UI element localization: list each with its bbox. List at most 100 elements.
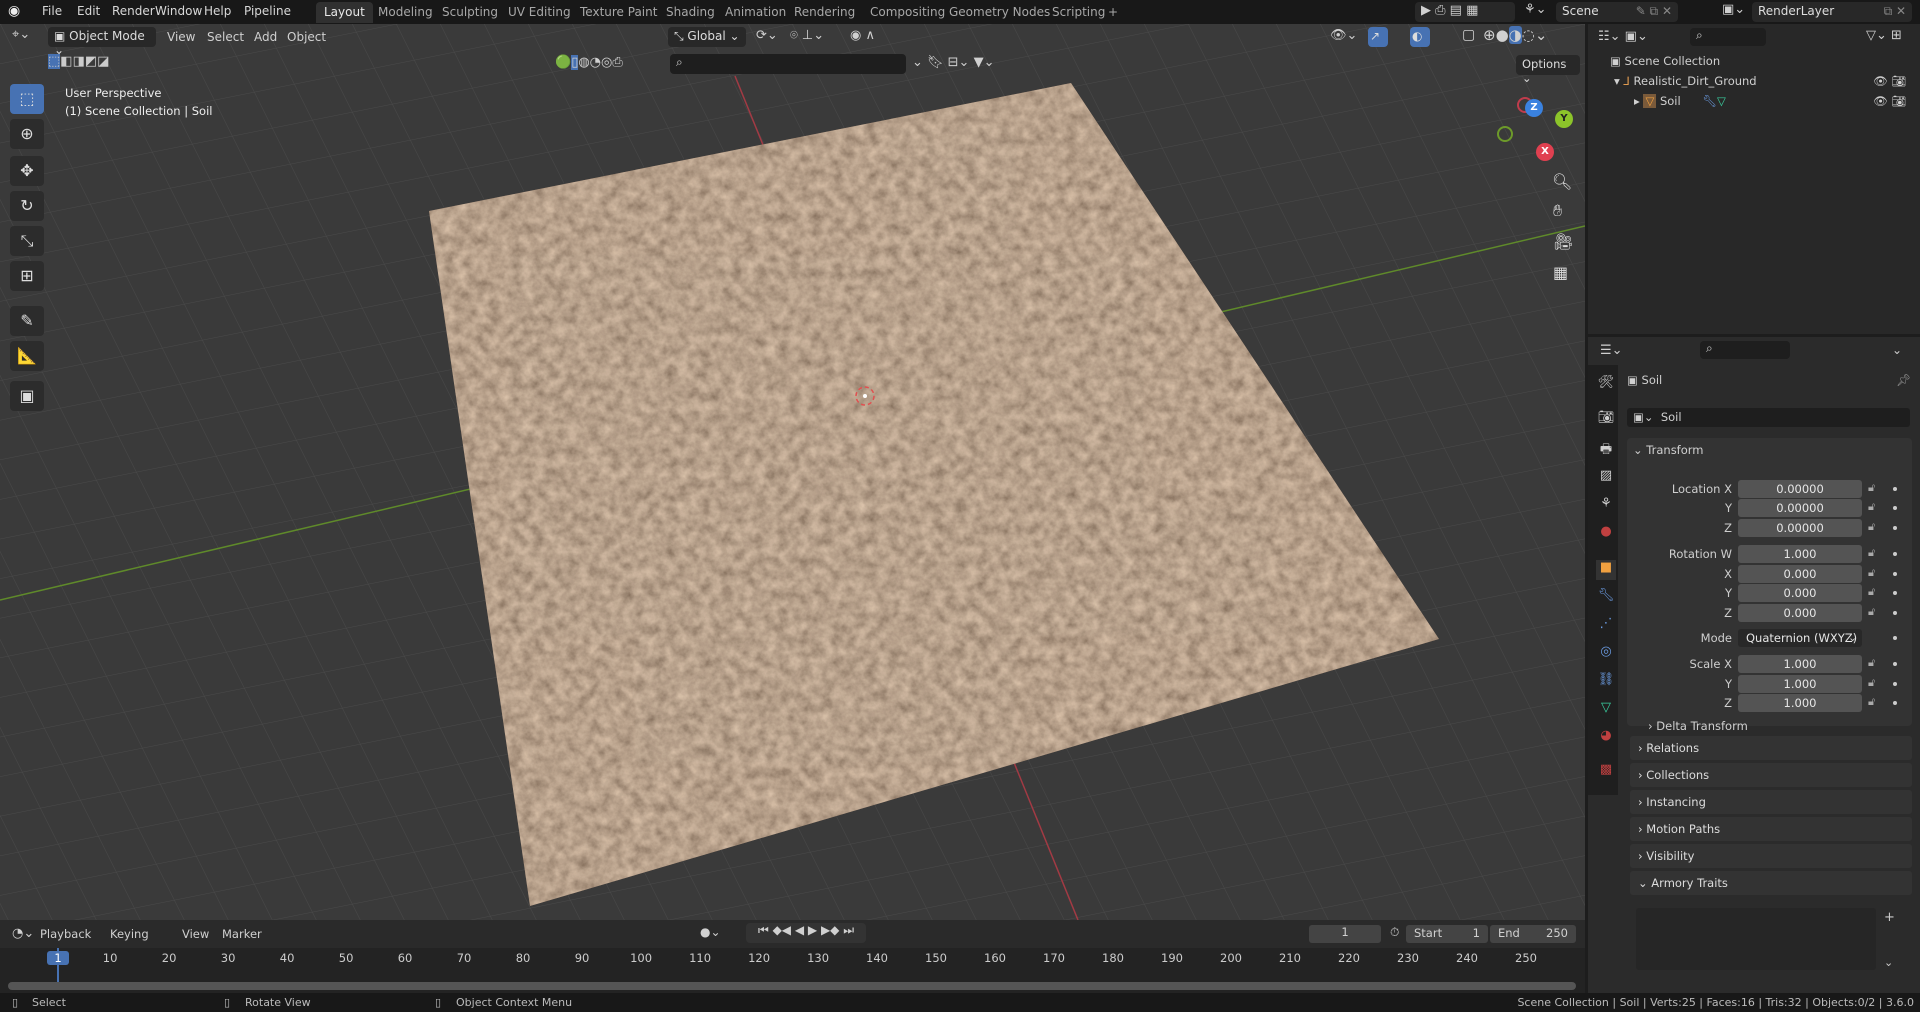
lock-icon[interactable]: 🔓︎ bbox=[1868, 605, 1875, 619]
keyframe-dot[interactable] bbox=[1893, 506, 1897, 510]
keyframe-dot[interactable] bbox=[1893, 487, 1897, 491]
outliner-scene-collection[interactable]: ▣ Scene Collection bbox=[1610, 54, 1720, 68]
current-frame-field[interactable]: 1 bbox=[1309, 925, 1381, 943]
visibility-icon[interactable]: 👁︎⌄ bbox=[1330, 28, 1357, 43]
perspective-grid-icon[interactable]: ▦ bbox=[1553, 263, 1568, 282]
lock-icon[interactable]: 🔓︎ bbox=[1868, 656, 1875, 670]
transform-header[interactable]: ⌄ Transform bbox=[1633, 443, 1704, 457]
end-frame-field[interactable]: End 250 bbox=[1490, 925, 1576, 943]
lock-icon[interactable]: 🔓︎ bbox=[1868, 500, 1875, 514]
tab-animation[interactable]: Animation bbox=[717, 2, 794, 23]
keyframe-dot[interactable] bbox=[1893, 572, 1897, 576]
gizmo-z-axis[interactable]: Z bbox=[1525, 99, 1543, 117]
tab-texture-paint[interactable]: Texture Paint bbox=[572, 2, 665, 23]
editor-type-icon[interactable]: ⌖⌄ bbox=[12, 27, 30, 42]
timeline-scrollbar[interactable] bbox=[8, 982, 1576, 990]
keyframe-dot[interactable] bbox=[1893, 591, 1897, 595]
armory-traits-list[interactable] bbox=[1636, 908, 1876, 970]
property-field-8[interactable]: 1.000 bbox=[1738, 655, 1862, 673]
proportional-edit-icon[interactable]: ◉ ∧ bbox=[850, 28, 875, 43]
mode-dropdown[interactable]: ▣ Object Mode ⌄ bbox=[48, 27, 156, 57]
tab-uv-editing[interactable]: UV Editing bbox=[500, 2, 579, 23]
keyframe-dot[interactable] bbox=[1893, 552, 1897, 556]
timeline-menu-playback[interactable]: Playback bbox=[40, 927, 91, 941]
keyframe-dot[interactable] bbox=[1893, 611, 1897, 615]
pan-hand-icon[interactable]: ✋︎ bbox=[1553, 201, 1562, 221]
gizmo-x-axis[interactable]: X bbox=[1536, 143, 1554, 161]
snap-icon[interactable]: ⌾ ⊥⌄ bbox=[790, 28, 824, 43]
cursor-tool[interactable]: ⊕ bbox=[10, 119, 44, 149]
property-field-7[interactable]: Quaternion (WXYZ) bbox=[1738, 629, 1862, 647]
viewport-menu-select[interactable]: Select bbox=[207, 30, 244, 44]
property-field-4[interactable]: 0.000 bbox=[1738, 565, 1862, 583]
gizmo-neg-y[interactable] bbox=[1497, 126, 1513, 142]
outliner-item-soil[interactable]: ▸ ▽ Soil 🔧︎▽ 👁︎ 📷︎ bbox=[1634, 94, 1914, 108]
timeline-menu-keying[interactable]: Keying bbox=[110, 927, 149, 941]
render-layer-selector[interactable]: RenderLayer ⧉ ✕ bbox=[1752, 2, 1912, 22]
start-frame-field[interactable]: Start 1 bbox=[1406, 925, 1488, 943]
menu-help[interactable]: Help bbox=[204, 4, 231, 18]
property-field-3[interactable]: 1.000 bbox=[1738, 545, 1862, 563]
panel-collections[interactable]: › Collections bbox=[1630, 763, 1912, 787]
menu-window[interactable]: Window bbox=[155, 4, 202, 18]
bookmark-filter-icons[interactable]: ⌄ 🔖︎ ⊟⌄ ▼⌄ bbox=[912, 55, 994, 70]
zoom-icon[interactable]: 🔍︎ bbox=[1552, 172, 1572, 191]
menu-edit[interactable]: Edit bbox=[77, 4, 100, 18]
add-trait-button[interactable]: + bbox=[1884, 910, 1895, 925]
render-tab-icon[interactable]: 📷︎ bbox=[1596, 410, 1616, 430]
panel-visibility[interactable]: › Visibility bbox=[1630, 844, 1912, 868]
panel-armory-traits[interactable]: ⌄ Armory Traits bbox=[1630, 871, 1912, 895]
add-workspace-button[interactable]: + bbox=[1100, 2, 1126, 23]
menu-file[interactable]: File bbox=[42, 4, 62, 18]
add-cube-tool[interactable]: ▣ bbox=[10, 381, 44, 411]
property-field-10[interactable]: 1.000 bbox=[1738, 694, 1862, 712]
tab-rendering[interactable]: Rendering bbox=[786, 2, 863, 23]
visibility-render-icons[interactable]: 👁︎ 📷︎ bbox=[1873, 94, 1906, 108]
visibility-render-icons[interactable]: 👁︎ 📷︎ bbox=[1873, 74, 1906, 88]
tab-layout[interactable]: Layout bbox=[316, 2, 373, 23]
overlay-toggle[interactable]: ◐ bbox=[1410, 27, 1430, 47]
lock-icon[interactable]: 🔓︎ bbox=[1868, 585, 1875, 599]
shading-modes[interactable]: ⊕●◑◌⌄ bbox=[1483, 26, 1547, 44]
object-name-field[interactable]: ▣⌄ Soil bbox=[1627, 408, 1910, 427]
lock-icon[interactable]: 🔓︎ bbox=[1868, 546, 1875, 560]
property-field-6[interactable]: 0.000 bbox=[1738, 604, 1862, 622]
select-box-tool[interactable]: ⬚ bbox=[10, 84, 44, 114]
outliner-item-realistic-dirt-ground[interactable]: ▾ ⅃ Realistic_Dirt_Ground 👁︎ 📷︎ bbox=[1614, 74, 1914, 88]
scene-selector[interactable]: Scene ✎ ⧉ ✕ bbox=[1556, 2, 1678, 22]
pivot-icon[interactable]: ⟳⌄ bbox=[756, 28, 778, 43]
viewport-menu-view[interactable]: View bbox=[167, 30, 195, 44]
properties-editor-type[interactable]: ☰⌄ bbox=[1600, 343, 1623, 358]
property-field-2[interactable]: 0.00000 bbox=[1738, 519, 1862, 537]
tab-sculpting[interactable]: Sculpting bbox=[434, 2, 506, 23]
pin-icon[interactable]: 📌︎ bbox=[1896, 373, 1911, 387]
keyframe-dot[interactable] bbox=[1893, 526, 1897, 530]
chevron-down-icon[interactable]: ⌄ bbox=[1848, 631, 1857, 644]
property-field-9[interactable]: 1.000 bbox=[1738, 675, 1862, 693]
scale-tool[interactable]: ⤡ bbox=[10, 226, 44, 256]
timeline-menu-marker[interactable]: Marker bbox=[222, 927, 262, 941]
annotate-tool[interactable]: ✎ bbox=[10, 306, 44, 336]
property-field-0[interactable]: 0.00000 bbox=[1738, 480, 1862, 498]
panel-instancing[interactable]: › Instancing bbox=[1630, 790, 1912, 814]
keyframe-dot[interactable] bbox=[1893, 682, 1897, 686]
viewport-menu-object[interactable]: Object bbox=[287, 30, 326, 44]
gizmo-toggle[interactable]: ↗ bbox=[1368, 27, 1388, 47]
lock-icon[interactable]: 🔓︎ bbox=[1868, 676, 1875, 690]
move-tool[interactable]: ✥ bbox=[10, 156, 44, 186]
lock-icon[interactable]: 🔓︎ bbox=[1868, 566, 1875, 580]
outliner-display-mode[interactable]: ☷⌄ ▣⌄ bbox=[1598, 29, 1648, 44]
viewport-search-input[interactable]: ⌕ bbox=[670, 54, 906, 74]
lock-icon[interactable]: 🔓︎ bbox=[1868, 520, 1875, 534]
gizmo-y-axis[interactable]: Y bbox=[1555, 110, 1573, 128]
camera-icon[interactable]: 🎥︎ bbox=[1553, 232, 1573, 251]
timeline-menu-view[interactable]: View bbox=[182, 927, 209, 941]
tab-shading[interactable]: Shading bbox=[658, 2, 723, 23]
tab-compositing[interactable]: Compositing bbox=[862, 2, 953, 23]
orientation-dropdown[interactable]: ⤡ Global ⌄ bbox=[668, 27, 746, 47]
menu-pipeline[interactable]: Pipeline bbox=[244, 4, 291, 18]
material-tab-icon[interactable]: ◕ bbox=[1596, 728, 1616, 748]
tab-geometry-nodes[interactable]: Geometry Nodes bbox=[941, 2, 1058, 23]
xray-icon[interactable]: ▢ bbox=[1462, 27, 1475, 43]
output-tab-icon[interactable]: 🖶 bbox=[1596, 440, 1616, 460]
